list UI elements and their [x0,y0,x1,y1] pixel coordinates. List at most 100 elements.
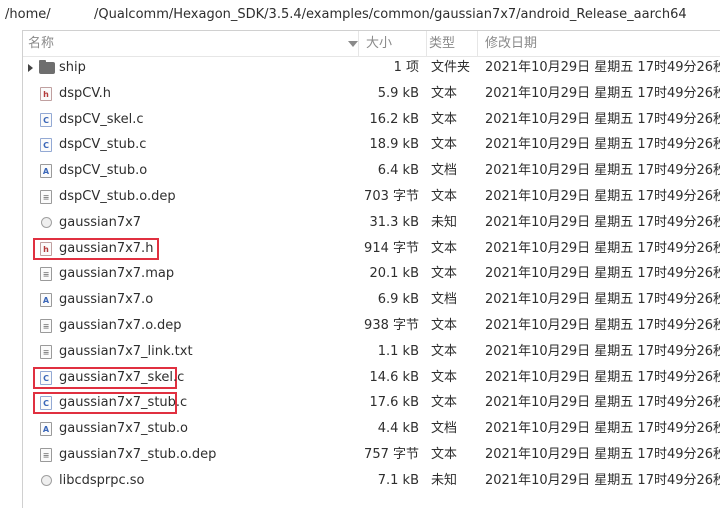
object-file-icon: A [40,422,52,437]
file-size: 5.9 kB [377,85,419,101]
file-modified-date: 2021年10月29日 星期五 17时49分26秒 [485,85,720,101]
text-file-icon: ≡ [40,267,52,282]
file-name: gaussian7x7_stub.c [59,395,188,411]
location-path-bar[interactable]: /home/ /Qualcomm/Hexagon_SDK/3.5.4/examp… [0,0,720,30]
file-type: 文本 [431,189,458,204]
file-name: gaussian7x7.o.dep [59,318,182,333]
file-name: gaussian7x7 [59,214,142,230]
file-row[interactable]: h gaussian7x7.h 914 字节 文本 2021年10月29日 星期五 17… [23,236,720,262]
file-modified-date: 2021年10月29日 星期五 17时49分26秒 [485,240,720,256]
file-row[interactable]: CdspCV_stub.c 18.9 kB 文本 2021年10月29日 星期五 17… [23,132,720,158]
file-modified-date: 2021年10月29日 星期五 17时49分26秒 [485,214,720,230]
file-name: gaussian7x7.o [59,292,154,308]
file-modified-date: 2021年10月29日 星期五 17时49分26秒 [485,60,720,75]
file-modified-date: 2021年10月29日 星期五 17时49分26秒 [485,472,720,488]
file-modified-date: 2021年10月29日 星期五 17时49分26秒 [485,189,720,204]
file-modified-date: 2021年10月29日 星期五 17时49分26秒 [485,343,720,359]
file-size: 6.4 kB [377,163,419,179]
file-size: 914 字节 [364,240,419,256]
file-modified-date: 2021年10月29日 星期五 17时49分26秒 [485,318,720,333]
file-row[interactable]: CdspCV_skel.c 16.2 kB 文本 2021年10月29日 星期五 17… [23,107,720,133]
file-type: 文本 [431,369,458,385]
file-modified-date: 2021年10月29日 星期五 17时49分26秒 [485,137,720,153]
path-prefix: /home/ [5,7,51,22]
object-file-icon: A [40,293,52,308]
c-header-file-icon: h [40,86,52,101]
path-rest: /Qualcomm/Hexagon_SDK/3.5.4/examples/com… [94,7,687,22]
file-row[interactable]: h dspCV.h 5.9 kB 文本 2021年10月29日 星期五 17时49分26… [23,81,720,107]
file-name: dspCV_skel.c [59,111,144,127]
text-file-icon: ≡ [40,344,52,359]
file-size: 703 字节 [364,189,419,204]
column-header-name[interactable]: 名称 [28,31,359,56]
file-size: 18.9 kB [369,137,419,153]
file-name: gaussian7x7_skel.c [59,369,185,385]
file-type: 文本 [431,266,458,282]
folder-icon [39,60,55,74]
text-file-icon: ≡ [40,190,52,204]
file-row[interactable]: libcdsprpc.so 7.1 kB 未知 2021年10月29日 星期五 17时… [23,468,720,494]
file-list-view[interactable]: 名称 大小 类型 修改日期 ship 1 项文件夹 2021年10月29日 星期五 … [22,30,720,508]
file-type: 文本 [431,111,458,127]
column-header-type[interactable]: 类型 [429,31,478,56]
file-type: 未知 [431,472,458,488]
file-type: 文档 [431,163,458,179]
file-size: 4.4 kB [377,421,419,437]
file-modified-date: 2021年10月29日 星期五 17时49分26秒 [485,447,720,462]
file-row[interactable]: gaussian7x7 31.3 kB 未知 2021年10月29日 星期五 17时4… [23,210,720,236]
file-type: 文本 [431,85,458,101]
file-type: 文本 [431,343,458,359]
file-row[interactable]: ≡ gaussian7x7_stub.o.dep 757 字节 文本 2021年10月2… [23,442,720,468]
file-name: gaussian7x7_stub.o [59,421,189,437]
file-row[interactable]: Agaussian7x7.o 6.9 kB 文档 2021年10月29日 星期五 17… [23,287,720,313]
file-modified-date: 2021年10月29日 星期五 17时49分26秒 [485,266,720,282]
file-name: ship [59,60,86,75]
text-file-icon: ≡ [40,319,52,333]
file-row[interactable]: ship 1 项文件夹 2021年10月29日 星期五 17时49分26秒 [23,55,720,81]
file-type: 文本 [431,395,458,411]
column-header-bar: 名称 大小 类型 修改日期 [23,31,720,57]
file-row[interactable]: Cgaussian7x7_skel.c 14.6 kB 文本 2021年10月29日 … [23,365,720,391]
file-name: gaussian7x7.h [59,240,154,256]
text-file-icon: ≡ [40,448,52,462]
file-row[interactable]: Agaussian7x7_stub.o 4.4 kB 文档 2021年10月29日 星… [23,416,720,442]
file-size: 1.1 kB [377,343,419,359]
c-source-file-icon: C [40,138,52,153]
file-type: 未知 [431,214,458,230]
file-row[interactable]: ≡ gaussian7x7.map 20.1 kB 文本 2021年10月29日 星期五… [23,261,720,287]
file-row[interactable]: ≡ dspCV_stub.o.dep 703 字节 文本 2021年10月29日 星期五… [23,184,720,210]
file-row[interactable]: ≡ gaussian7x7.o.dep 938 字节 文本 2021年10月29日 星期… [23,313,720,339]
file-name: gaussian7x7.map [59,266,175,282]
file-size: 938 字节 [364,318,419,333]
column-header-size[interactable]: 大小 [366,31,427,56]
file-size: 14.6 kB [369,369,419,385]
column-header-modified[interactable]: 修改日期 [485,31,720,56]
file-modified-date: 2021年10月29日 星期五 17时49分26秒 [485,163,720,179]
file-type: 文本 [431,137,458,153]
file-name: gaussian7x7_stub.o.dep [59,447,217,462]
file-type: 文件夹 [431,60,471,75]
file-modified-date: 2021年10月29日 星期五 17时49分26秒 [485,421,720,437]
file-size: 16.2 kB [369,111,419,127]
file-row[interactable]: ≡ gaussian7x7_link.txt 1.1 kB 文本 2021年10月29日… [23,339,720,365]
file-type: 文档 [431,292,458,308]
file-type: 文本 [431,447,458,462]
expand-arrow-icon[interactable] [28,64,33,72]
sort-descending-icon [348,41,358,47]
c-source-file-icon: C [40,112,52,127]
file-modified-date: 2021年10月29日 星期五 17时49分26秒 [485,369,720,385]
file-type: 文本 [431,240,458,256]
file-size: 6.9 kB [377,292,419,308]
file-name: dspCV_stub.o.dep [59,189,176,204]
file-row[interactable]: AdspCV_stub.o 6.4 kB 文档 2021年10月29日 星期五 17时… [23,158,720,184]
file-row[interactable]: Cgaussian7x7_stub.c 17.6 kB 文本 2021年10月29日 … [23,390,720,416]
file-name: gaussian7x7_link.txt [59,343,193,359]
unknown-file-icon [41,216,52,228]
file-name: libcdsprpc.so [59,472,145,488]
file-size: 20.1 kB [369,266,419,282]
file-size: 1 项 [393,60,419,75]
file-size: 7.1 kB [377,472,419,488]
file-name: dspCV.h [59,85,111,101]
file-type: 文本 [431,318,458,333]
file-modified-date: 2021年10月29日 星期五 17时49分26秒 [485,395,720,411]
